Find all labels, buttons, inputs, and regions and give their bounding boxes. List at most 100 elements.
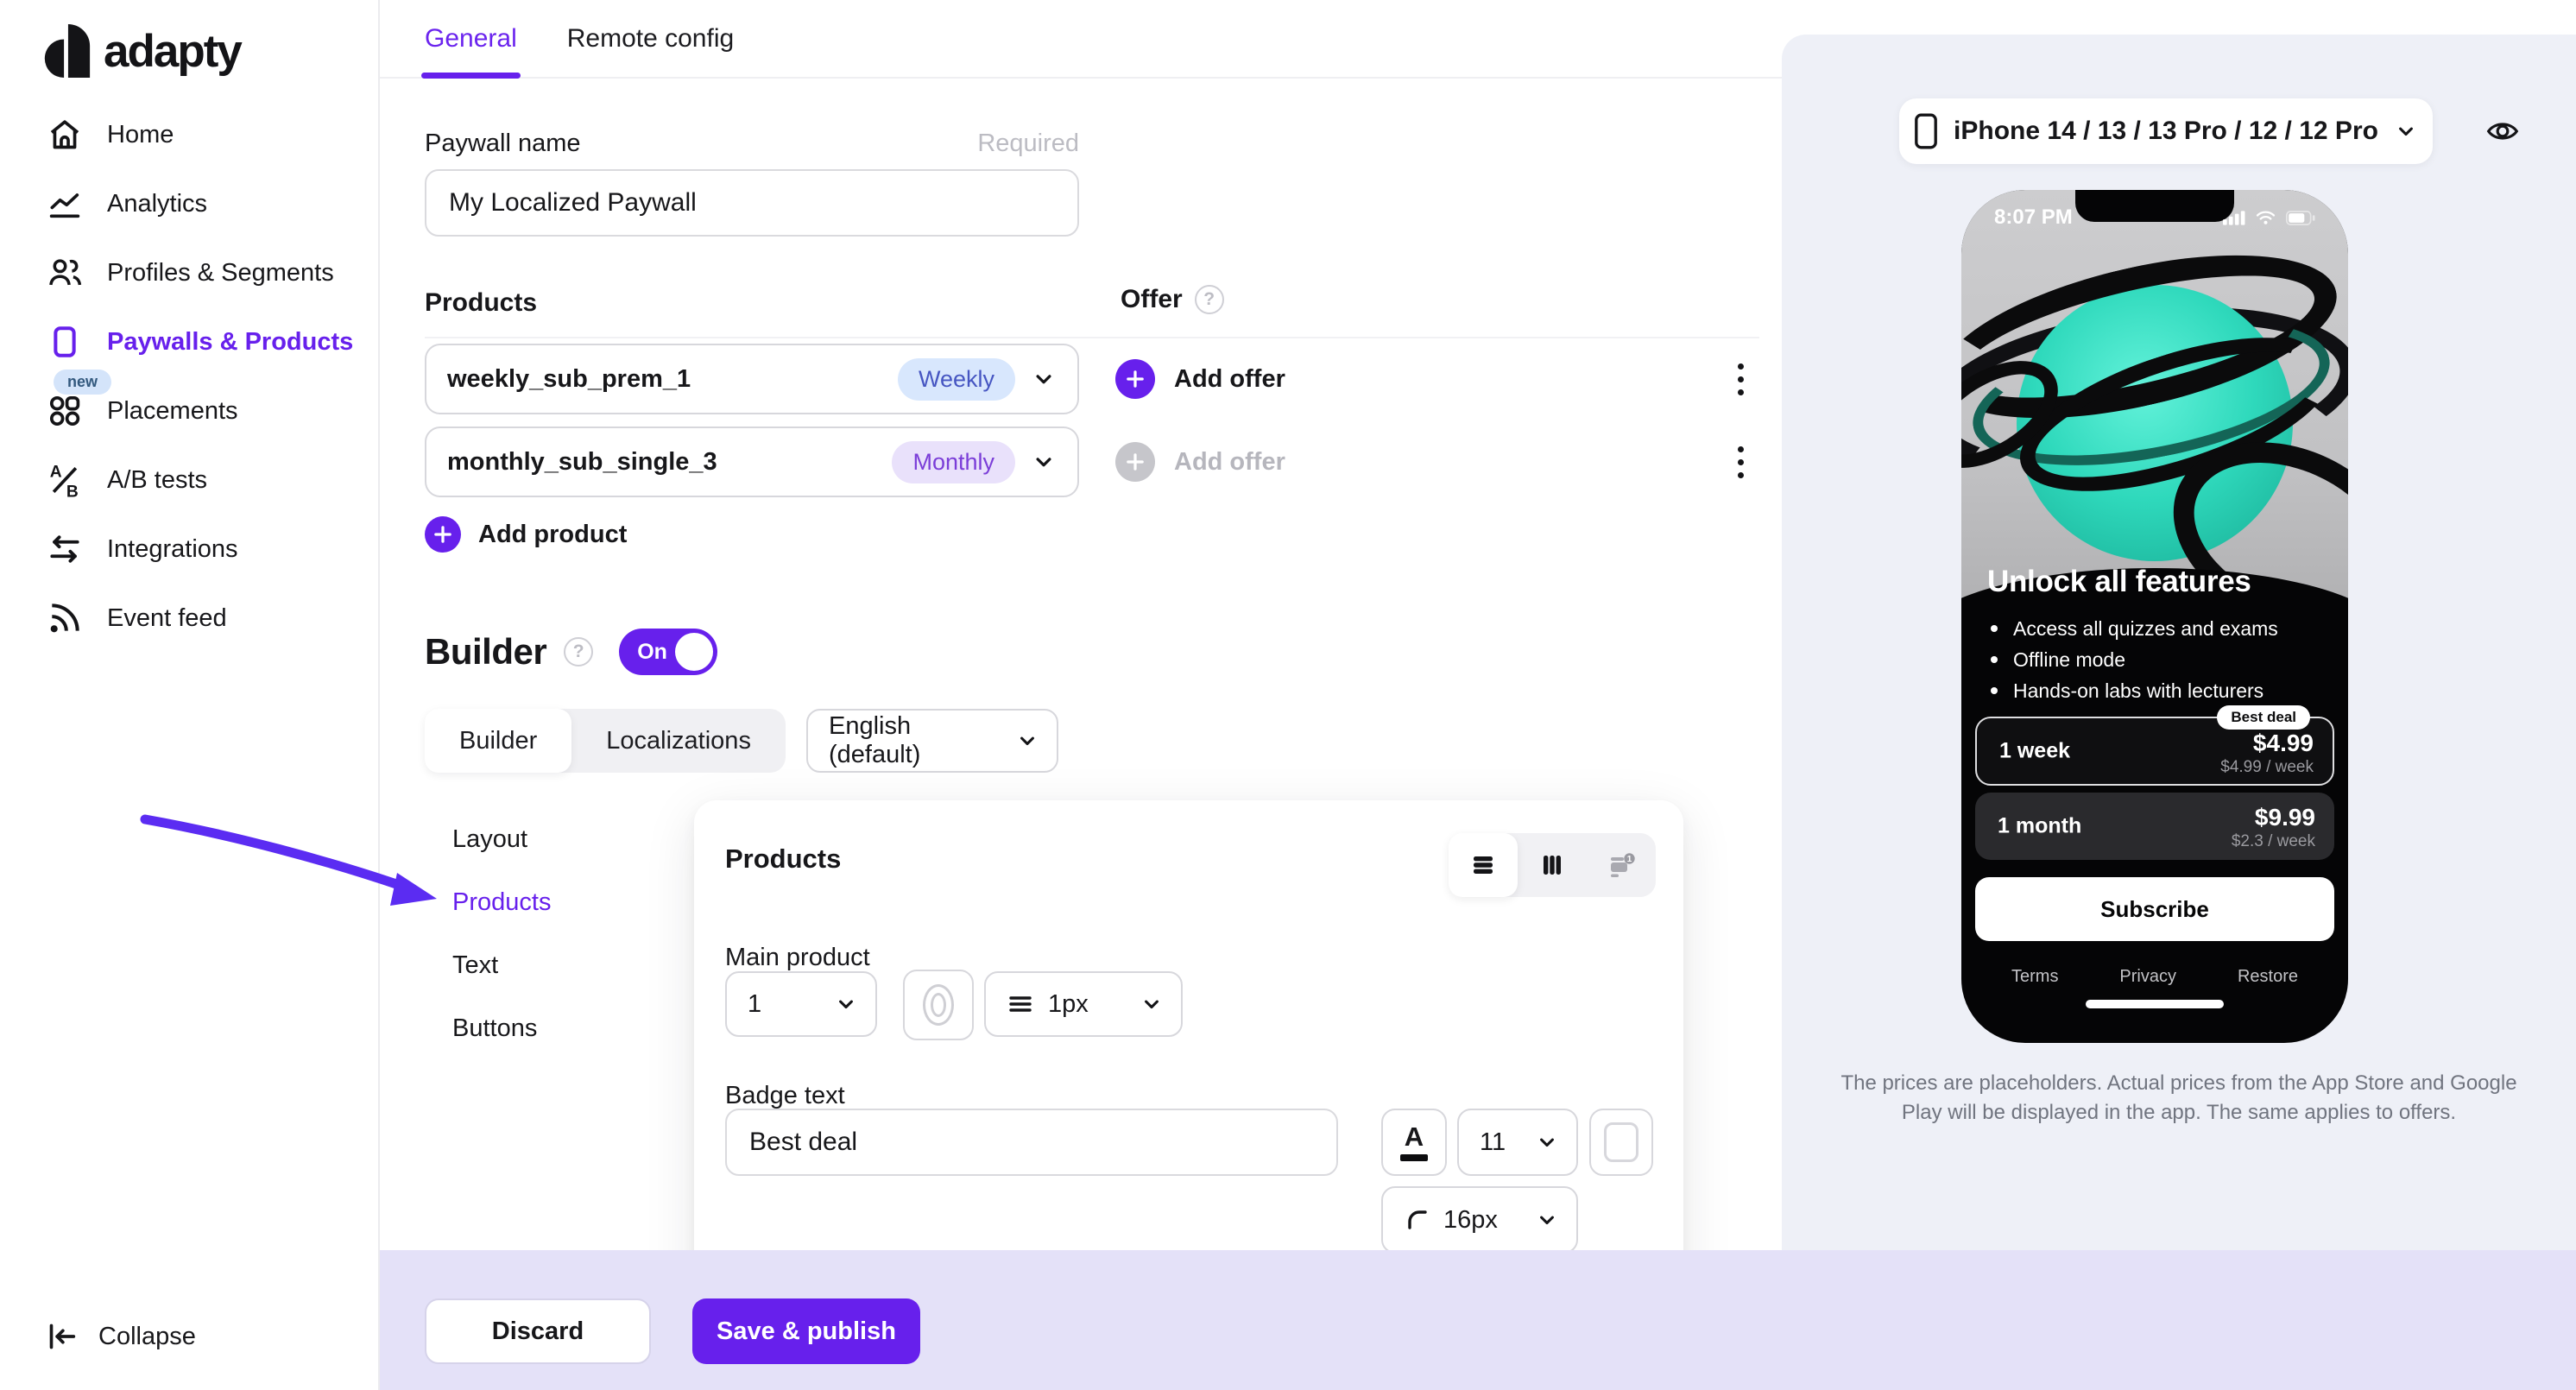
terms-link[interactable]: Terms (2011, 967, 2058, 987)
card-title: Products (725, 843, 841, 875)
device-label: iPhone 14 / 13 / 13 Pro / 12 / 12 Pro (1954, 117, 2378, 146)
columns-view-button[interactable] (1518, 833, 1587, 897)
main-product-value: 1 (748, 990, 761, 1019)
footer-action-bar: Discard Save & publish (380, 1250, 2576, 1390)
preview-eye-button[interactable] (2483, 114, 2522, 148)
tab-builder[interactable]: Builder (425, 709, 571, 773)
subnav-buttons[interactable]: Buttons (452, 997, 551, 1060)
font-color-icon: A (1405, 1123, 1424, 1150)
subnav-layout[interactable]: Layout (452, 808, 551, 871)
device-select[interactable]: iPhone 14 / 13 / 13 Pro / 12 / 12 Pro (1899, 98, 2433, 164)
phone-icon (1914, 113, 1938, 149)
sidebar-item-event-feed[interactable]: Event feed (0, 584, 378, 653)
product-menu-button-2[interactable] (1723, 426, 1758, 497)
tab-remote-config[interactable]: Remote config (567, 0, 734, 77)
language-select[interactable]: English (default) (806, 709, 1058, 773)
subnav-text[interactable]: Text (452, 934, 551, 997)
product-shape-button[interactable] (903, 970, 974, 1040)
builder-subnav: Layout Products Text Buttons (452, 808, 551, 1060)
builder-heading-row: Builder ? On (425, 629, 717, 675)
toggle-on-label: On (637, 640, 667, 665)
sidebar-item-ab-tests[interactable]: AB A/B tests (0, 445, 378, 515)
sidebar-item-placements[interactable]: Placements new (0, 376, 378, 445)
sidebar-item-label: Placements (107, 397, 238, 426)
product-select-weekly[interactable]: weekly_sub_prem_1 Weekly (425, 344, 1079, 414)
home-icon (45, 115, 85, 155)
paywall-name-input[interactable] (425, 169, 1079, 237)
stroke-width-select[interactable]: 1px (984, 971, 1183, 1037)
plan-per-week: $4.99 / week (2220, 758, 2314, 777)
restore-link[interactable]: Restore (2238, 967, 2298, 987)
font-size-value: 11 (1480, 1128, 1506, 1157)
save-publish-button[interactable]: Save & publish (692, 1298, 920, 1364)
plan-name: 1 week (1999, 739, 2070, 764)
svg-text:1: 1 (1627, 855, 1632, 864)
font-color-bar (1400, 1154, 1428, 1161)
sidebar-item-label: Event feed (107, 604, 227, 633)
paywall-name-row: Paywall name Required (425, 130, 1079, 158)
sidebar-item-integrations[interactable]: Integrations (0, 515, 378, 584)
required-hint: Required (977, 130, 1079, 158)
preview-panel: iPhone 14 / 13 / 13 Pro / 12 / 12 Pro 8:… (1782, 35, 2576, 1250)
sidebar-item-analytics[interactable]: Analytics (0, 169, 378, 238)
subscribe-button[interactable]: Subscribe (1975, 877, 2334, 941)
font-size-select[interactable]: 11 (1457, 1109, 1578, 1176)
svg-text:A: A (50, 463, 62, 481)
event-feed-icon (45, 598, 85, 638)
plan-price: $9.99 (2255, 804, 2315, 831)
builder-help-icon[interactable]: ? (564, 637, 593, 667)
corner-radius-select[interactable]: 16px (1381, 1186, 1578, 1254)
columns-view-icon (1537, 850, 1568, 881)
corner-radius-value: 16px (1443, 1206, 1498, 1235)
status-time: 8:07 PM (1994, 205, 2073, 230)
builder-heading: Builder (425, 631, 546, 673)
discard-button[interactable]: Discard (425, 1298, 651, 1364)
period-badge-weekly: Weekly (898, 358, 1015, 401)
sidebar-item-profiles-segments[interactable]: Profiles & Segments (0, 238, 378, 307)
font-color-button[interactable]: A (1381, 1109, 1447, 1176)
chevron-down-icon (1015, 729, 1039, 753)
product-select-monthly[interactable]: monthly_sub_single_3 Monthly (425, 426, 1079, 497)
sidebar-item-label: Profiles & Segments (107, 259, 334, 287)
legal-links: Terms Privacy Restore (1961, 967, 2348, 987)
offer-help-icon[interactable]: ? (1195, 285, 1224, 314)
add-offer-button-1[interactable]: Add offer (1115, 344, 1599, 414)
badge-text-input[interactable] (725, 1109, 1338, 1176)
chevron-down-icon (1031, 449, 1057, 475)
product-menu-button-1[interactable] (1723, 344, 1758, 414)
subnav-products[interactable]: Products (452, 871, 551, 934)
plan-option-1-week[interactable]: Best deal 1 week $4.99 $4.99 / week (1975, 717, 2334, 786)
add-offer-button-2-disabled: Add offer (1115, 426, 1599, 497)
main-product-select[interactable]: 1 (725, 971, 877, 1037)
collapse-button[interactable]: Collapse (45, 1319, 196, 1354)
products-header: Products (425, 288, 537, 318)
add-product-button[interactable]: Add product (425, 516, 627, 553)
sidebar-nav: Home Analytics Profiles & Segments Paywa… (0, 100, 378, 653)
sidebar-item-home[interactable]: Home (0, 100, 378, 169)
ab-tests-icon: AB (45, 460, 85, 500)
eye-icon (2483, 114, 2522, 148)
badge-color-swatch[interactable] (1589, 1109, 1653, 1176)
toggle-knob (675, 633, 713, 671)
paywalls-icon (45, 322, 85, 362)
sidebar-item-paywalls-products[interactable]: Paywalls & Products (0, 307, 378, 376)
sidebar-item-label: A/B tests (107, 466, 207, 495)
rows-view-button[interactable] (1449, 833, 1518, 897)
paywall-title: Unlock all features (1987, 565, 2251, 599)
sidebar: adapty Home Analytics Profiles & Segment… (0, 0, 380, 1390)
plan-price: $4.99 (2253, 730, 2314, 757)
placements-icon (45, 391, 85, 431)
feature-bullet: Offline mode (1991, 644, 2278, 675)
plan-option-1-month[interactable]: 1 month $9.99 $2.3 / week (1975, 793, 2334, 860)
tab-localizations[interactable]: Localizations (571, 709, 786, 773)
wifi-icon (2255, 210, 2276, 225)
adapty-logo[interactable]: adapty (41, 24, 378, 78)
privacy-link[interactable]: Privacy (2119, 967, 2176, 987)
tab-general[interactable]: General (425, 0, 517, 77)
chevron-down-icon (1535, 1130, 1559, 1154)
home-indicator-bar (2086, 1000, 2224, 1008)
builder-toggle[interactable]: On (619, 629, 717, 675)
feature-bullets: Access all quizzes and exams Offline mod… (1991, 613, 2278, 706)
svg-text:B: B (66, 483, 79, 499)
divider (425, 337, 1759, 338)
